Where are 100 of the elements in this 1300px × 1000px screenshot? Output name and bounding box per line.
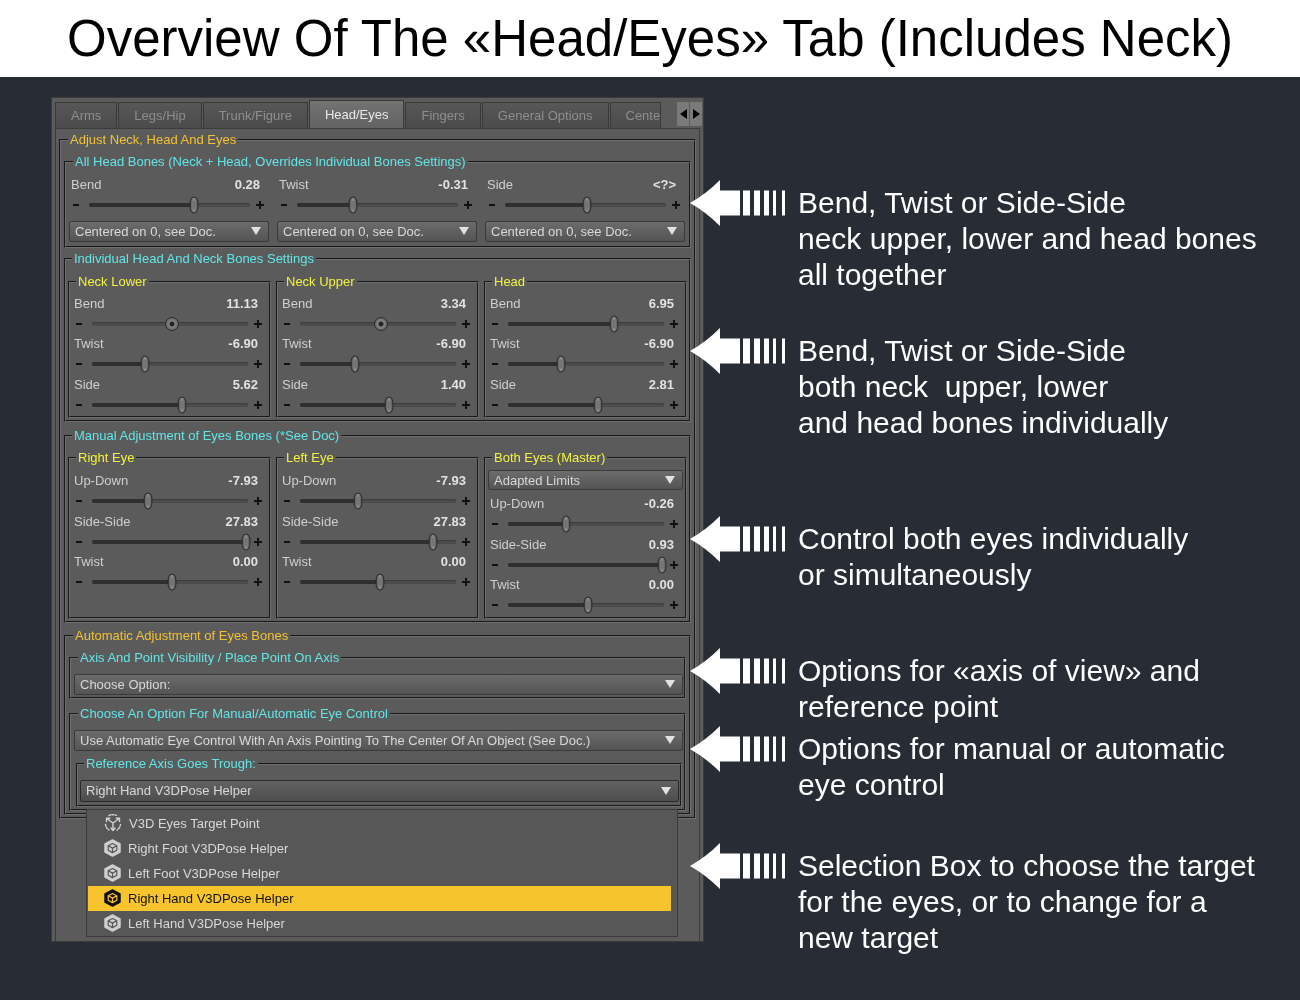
dropdown[interactable]: Choose Option: [74, 673, 683, 695]
plus-icon[interactable] [670, 360, 678, 368]
plus-icon[interactable] [256, 201, 264, 209]
left-triangle-icon [679, 109, 687, 119]
slider-thumb[interactable] [583, 596, 593, 614]
plus-icon[interactable] [462, 578, 470, 586]
slider-thumb[interactable] [353, 492, 363, 510]
slider-thumb[interactable] [582, 196, 592, 214]
tab[interactable]: Arms [55, 102, 118, 128]
minus-icon[interactable] [492, 403, 498, 406]
slider-thumb[interactable] [375, 573, 385, 591]
list-option[interactable]: Left Foot V3DPose Helper [88, 860, 671, 886]
plus-icon[interactable] [670, 400, 678, 409]
slider-thumb[interactable] [374, 316, 389, 331]
list-option[interactable]: Right Foot V3DPose Helper [88, 835, 671, 861]
slider-track[interactable] [92, 573, 248, 591]
slider-thumb[interactable] [350, 355, 360, 373]
list-option[interactable]: V3D Eyes Target Point [88, 810, 671, 836]
dropdown[interactable]: Centered on 0, see Doc. [485, 220, 685, 242]
slider-track[interactable] [300, 532, 456, 551]
slider-thumb[interactable] [384, 396, 394, 413]
slider-thumb[interactable] [140, 355, 150, 373]
slider-thumb[interactable] [177, 396, 187, 413]
callout-text: Options for «axis of view» and reference point [798, 653, 1200, 725]
slider-track[interactable] [92, 355, 248, 373]
slider-track[interactable] [508, 515, 664, 533]
minus-icon[interactable] [284, 403, 290, 406]
slider-track[interactable] [300, 573, 456, 591]
slider-track[interactable] [89, 196, 250, 214]
plus-icon[interactable] [670, 520, 678, 528]
plus-icon[interactable] [254, 360, 262, 368]
scroll-left-button[interactable] [677, 102, 689, 126]
plus-icon[interactable] [672, 201, 680, 209]
plus-icon[interactable] [254, 497, 262, 505]
plus-icon[interactable] [670, 319, 678, 328]
dropdown[interactable]: Use Automatic Eye Control With An Axis Pointing To The Center Of An Object (See Doc.) [74, 729, 683, 751]
slider-track[interactable] [92, 492, 248, 510]
plus-icon[interactable] [462, 360, 470, 368]
group-title: Automatic Adjustment of Eyes Bones [74, 627, 290, 644]
slider-thumb[interactable] [189, 196, 199, 214]
scroll-right-button[interactable] [690, 102, 702, 126]
slider-thumb[interactable] [556, 355, 566, 373]
slider-track[interactable] [92, 395, 248, 414]
slider-label: Twist [282, 554, 312, 570]
left-arrow-icon [690, 843, 785, 889]
plus-icon[interactable] [462, 400, 470, 409]
plus-icon[interactable] [464, 201, 472, 209]
slider-track[interactable] [508, 355, 664, 373]
cube-icon [104, 914, 121, 932]
slider-track[interactable] [505, 196, 666, 214]
dropdown[interactable]: Adapted Limits [488, 470, 683, 490]
list-option[interactable]: Left Hand V3DPose Helper [88, 910, 671, 936]
plus-icon[interactable] [462, 537, 470, 546]
slider-track[interactable] [297, 196, 458, 214]
slider-track[interactable] [508, 596, 664, 614]
minus-icon[interactable] [76, 403, 82, 406]
plus-icon[interactable] [462, 319, 470, 328]
slider-thumb[interactable] [593, 396, 603, 413]
slider-thumb[interactable] [609, 315, 619, 332]
tab[interactable]: Head/Eyes [308, 100, 405, 128]
group-title: Axis And Point Visibility / Place Point On Axis [79, 649, 341, 666]
slider-track[interactable] [300, 355, 456, 373]
slider-track[interactable] [92, 532, 248, 551]
slider-thumb[interactable] [657, 556, 667, 573]
minus-icon[interactable] [492, 563, 498, 566]
plus-icon[interactable] [254, 319, 262, 328]
plus-icon[interactable] [462, 497, 470, 505]
slider-thumb[interactable] [428, 533, 438, 550]
slider-thumb[interactable] [167, 573, 177, 591]
slider-label: Bend [282, 295, 313, 311]
slider-track[interactable] [300, 395, 456, 414]
plus-icon[interactable] [254, 400, 262, 409]
minus-icon[interactable] [76, 540, 82, 543]
tab[interactable]: Trunk/Figure [202, 102, 308, 128]
slider-thumb[interactable] [164, 316, 179, 331]
minus-icon[interactable] [492, 322, 498, 325]
tab[interactable]: Cente [609, 102, 662, 128]
dropdown[interactable]: Centered on 0, see Doc. [277, 220, 477, 242]
slider-thumb[interactable] [561, 515, 571, 533]
tab[interactable]: General Options [481, 102, 609, 128]
slider-track[interactable] [508, 314, 664, 333]
list-option[interactable]: Right Hand V3DPose Helper [88, 885, 671, 911]
slider-thumb[interactable] [241, 533, 251, 550]
tab[interactable]: Legs/Hip [118, 102, 202, 128]
slider-track[interactable] [508, 555, 664, 574]
plus-icon[interactable] [670, 601, 678, 609]
plus-icon[interactable] [670, 560, 678, 569]
plus-icon[interactable] [254, 537, 262, 546]
minus-icon[interactable] [284, 322, 290, 325]
dropdown[interactable]: Right Hand V3DPose Helper [80, 779, 679, 802]
minus-icon[interactable] [284, 540, 290, 543]
group-title: Reference Axis Goes Trough: [85, 755, 257, 772]
slider-thumb[interactable] [143, 492, 153, 510]
dropdown[interactable]: Centered on 0, see Doc. [69, 220, 269, 242]
minus-icon[interactable] [76, 322, 82, 325]
slider-track[interactable] [300, 492, 456, 510]
slider-track[interactable] [508, 395, 664, 414]
tab[interactable]: Fingers [405, 102, 481, 128]
slider-thumb[interactable] [348, 196, 358, 214]
plus-icon[interactable] [254, 578, 262, 586]
